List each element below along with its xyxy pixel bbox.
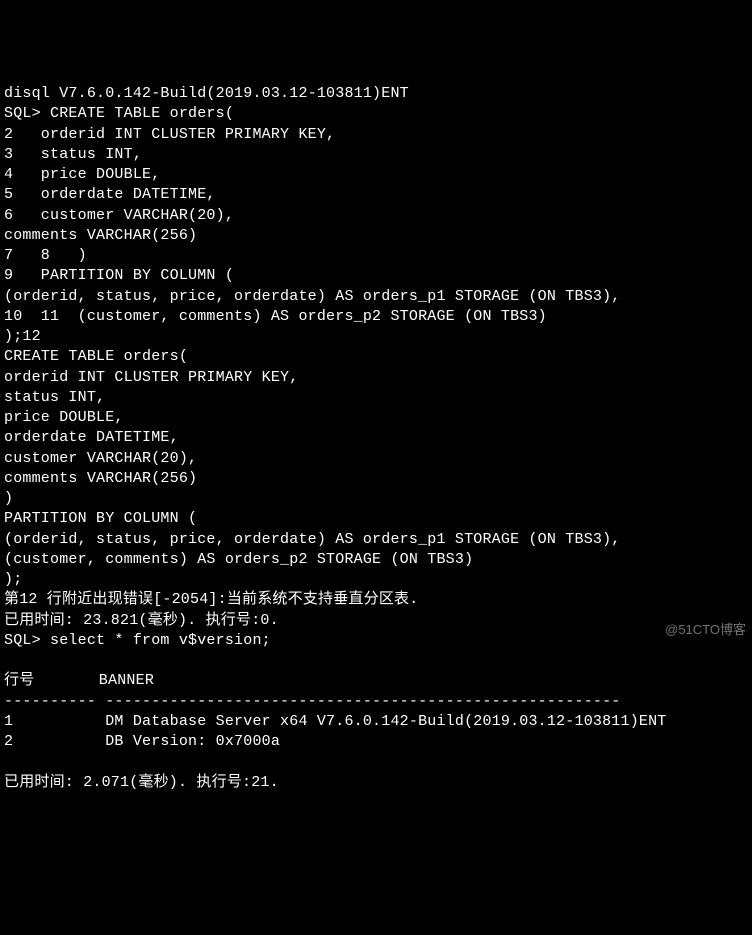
terminal-line: 9 PARTITION BY COLUMN ( (4, 266, 748, 286)
terminal-line: 5 orderdate DATETIME, (4, 185, 748, 205)
terminal-line: PARTITION BY COLUMN ( (4, 509, 748, 529)
terminal-line: );12 (4, 327, 748, 347)
terminal-line: disql V7.6.0.142-Build(2019.03.12-103811… (4, 84, 748, 104)
terminal-line: orderid INT CLUSTER PRIMARY KEY, (4, 368, 748, 388)
terminal-line: ) (4, 489, 748, 509)
terminal-line: 6 customer VARCHAR(20), (4, 206, 748, 226)
terminal-line: ---------- -----------------------------… (4, 692, 748, 712)
terminal-line: SQL> select * from v$version; (4, 631, 748, 651)
watermark-text: @51CTO博客 (665, 621, 746, 639)
terminal-line: 2 orderid INT CLUSTER PRIMARY KEY, (4, 125, 748, 145)
terminal-line: 7 8 ) (4, 246, 748, 266)
terminal-line: 2 DB Version: 0x7000a (4, 732, 748, 752)
terminal-line: 第12 行附近出现错误[-2054]:当前系统不支持垂直分区表. (4, 590, 748, 610)
terminal-line: (orderid, status, price, orderdate) AS o… (4, 530, 748, 550)
terminal-line: 4 price DOUBLE, (4, 165, 748, 185)
terminal-line: 3 status INT, (4, 145, 748, 165)
terminal-line: 已用时间: 2.071(毫秒). 执行号:21. (4, 773, 748, 793)
terminal-line: customer VARCHAR(20), (4, 449, 748, 469)
terminal-line (4, 752, 748, 772)
terminal-line: 已用时间: 23.821(毫秒). 执行号:0. (4, 611, 748, 631)
terminal-line: comments VARCHAR(256) (4, 469, 748, 489)
terminal-line: (orderid, status, price, orderdate) AS o… (4, 287, 748, 307)
terminal-line: 行号 BANNER (4, 671, 748, 691)
terminal-line (4, 651, 748, 671)
terminal-line: CREATE TABLE orders( (4, 347, 748, 367)
terminal-line: comments VARCHAR(256) (4, 226, 748, 246)
terminal-line: 10 11 (customer, comments) AS orders_p2 … (4, 307, 748, 327)
terminal-output[interactable]: disql V7.6.0.142-Build(2019.03.12-103811… (4, 84, 748, 793)
terminal-line: (customer, comments) AS orders_p2 STORAG… (4, 550, 748, 570)
terminal-line: price DOUBLE, (4, 408, 748, 428)
terminal-line: ); (4, 570, 748, 590)
terminal-line: status INT, (4, 388, 748, 408)
terminal-line: orderdate DATETIME, (4, 428, 748, 448)
terminal-line: SQL> CREATE TABLE orders( (4, 104, 748, 124)
terminal-line: 1 DM Database Server x64 V7.6.0.142-Buil… (4, 712, 748, 732)
